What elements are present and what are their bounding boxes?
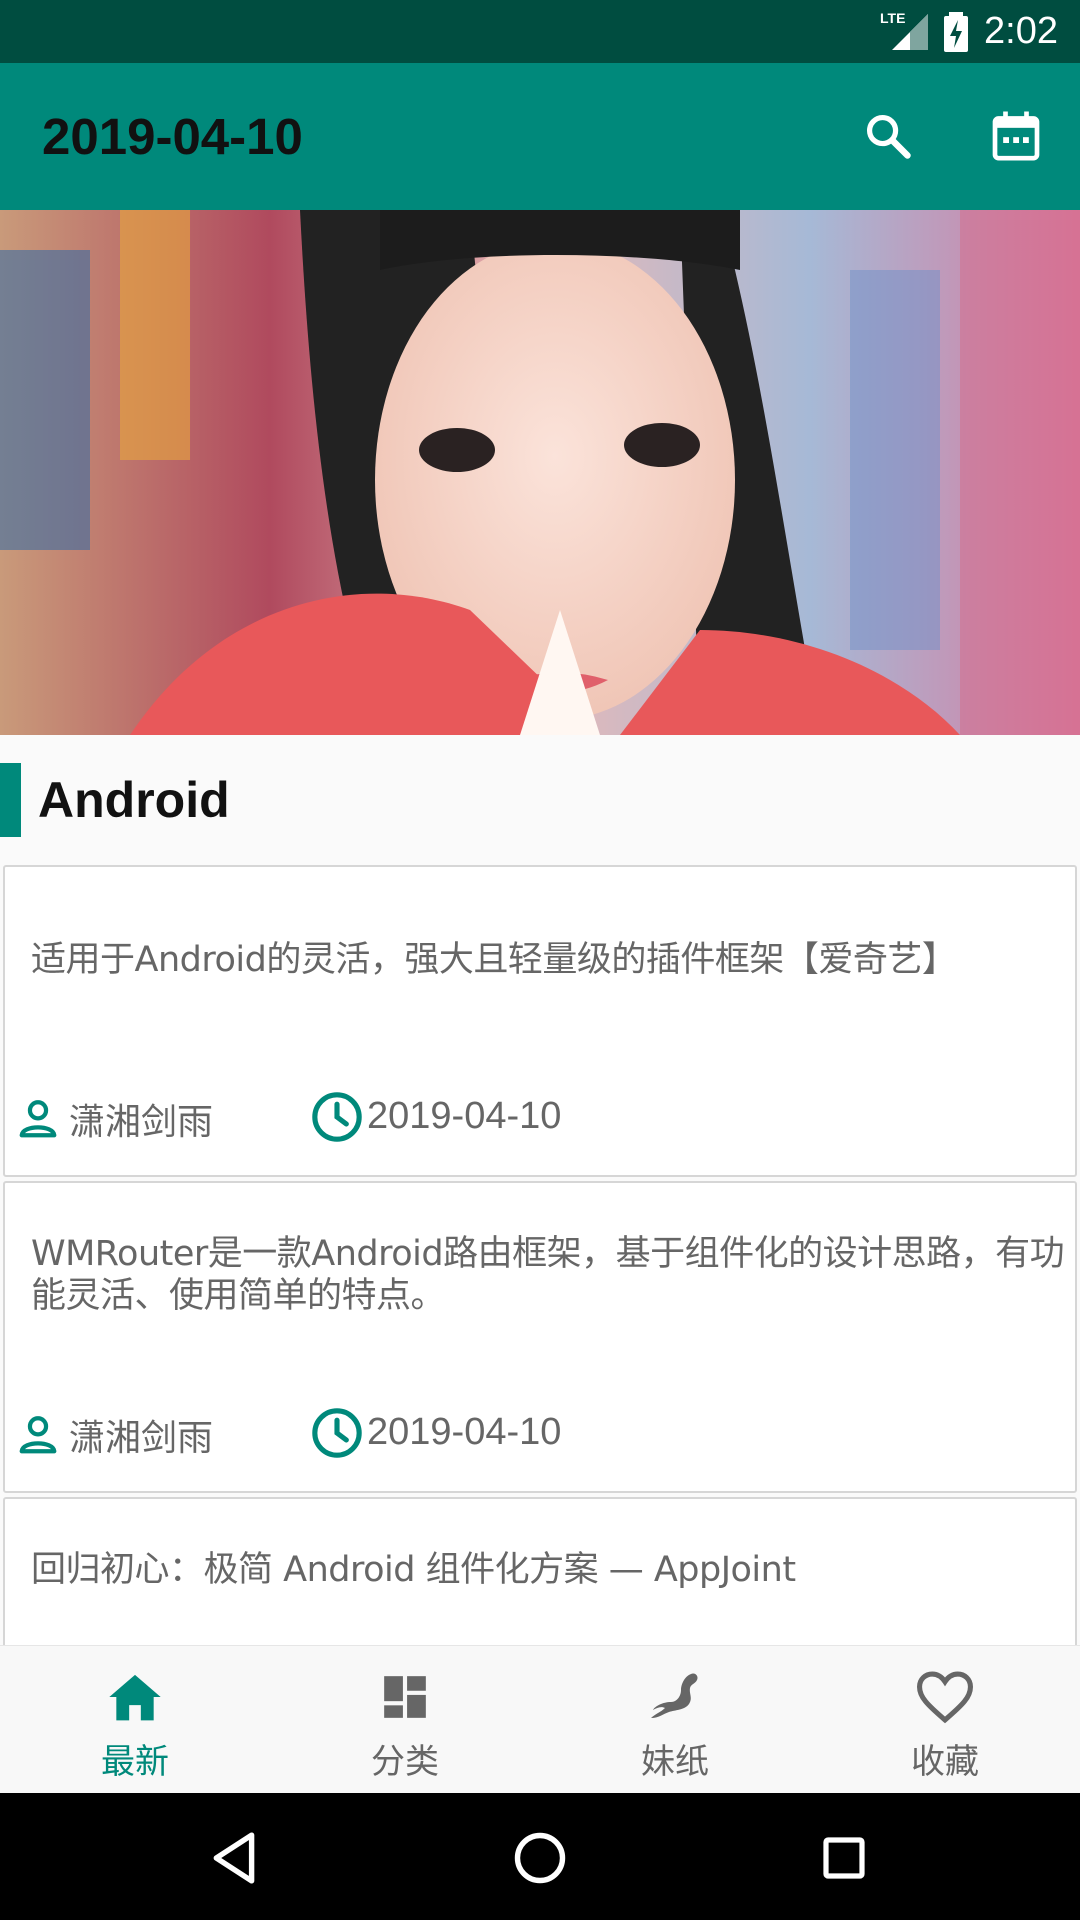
signal-icon: LTE [880, 10, 929, 52]
article-description: WMRouter是一款Android路由框架，基于组件化的设计思路，有功能灵活、… [31, 1234, 1065, 1316]
page-title: 2019-04-10 [42, 108, 303, 165]
nav-label: 收藏 [911, 1742, 979, 1782]
article-card[interactable]: 适用于Android的灵活，强大且轻量级的插件框架【爱奇艺】 潇湘剑雨 2019… [3, 865, 1077, 1177]
clock-time: 2:02 [984, 10, 1058, 52]
home-circle-icon [514, 1832, 566, 1884]
hero-image[interactable] [0, 210, 1080, 735]
network-type: LTE [880, 9, 906, 26]
section-accent-bar [0, 763, 21, 837]
article-description: 回归初心：极简 Android 组件化方案 — AppJoint [31, 1550, 796, 1590]
calendar-icon [992, 111, 1040, 161]
nav-item-latest[interactable]: 最新 [0, 1646, 270, 1794]
figure-icon [651, 1673, 698, 1718]
article-author: 潇湘剑雨 [69, 1418, 214, 1459]
article-card[interactable]: 回归初心：极简 Android 组件化方案 — AppJoint [3, 1497, 1077, 1645]
nav-item-favorites[interactable]: 收藏 [810, 1646, 1080, 1794]
article-meta: 潇湘剑雨 2019-04-10 [15, 1089, 615, 1145]
article-author: 潇湘剑雨 [69, 1102, 214, 1143]
app-bar: 2019-04-10 [0, 63, 1080, 210]
status-bar: LTE 2:02 [0, 0, 1080, 63]
heart-icon [916, 1671, 974, 1724]
section-title: Android [38, 772, 230, 828]
dashboard-icon [384, 1676, 426, 1718]
status-icons: LTE 2:02 [880, 0, 1058, 63]
nav-item-category[interactable]: 分类 [270, 1646, 540, 1794]
home-icon [109, 1674, 161, 1721]
system-navigation-bar [0, 1793, 1080, 1920]
calendar-button[interactable] [981, 101, 1051, 171]
person-icon [19, 1100, 57, 1138]
clock-icon [312, 1408, 362, 1458]
nav-label: 最新 [101, 1742, 169, 1782]
recents-icon [823, 1837, 865, 1879]
article-date: 2019-04-10 [367, 1095, 562, 1137]
article-meta: 潇湘剑雨 2019-04-10 [15, 1405, 615, 1461]
article-date: 2019-04-10 [367, 1411, 562, 1453]
article-card[interactable]: WMRouter是一款Android路由框架，基于组件化的设计思路，有功能灵活、… [3, 1181, 1077, 1493]
article-list: 适用于Android的灵活，强大且轻量级的插件框架【爱奇艺】 潇湘剑雨 2019… [0, 865, 1080, 1645]
bottom-navigation: 最新 分类 妹纸 收藏 [0, 1645, 1080, 1793]
nav-item-girls[interactable]: 妹纸 [540, 1646, 810, 1794]
home-button[interactable] [505, 1823, 575, 1893]
clock-icon [312, 1092, 362, 1142]
recents-button[interactable] [809, 1823, 879, 1893]
person-icon [19, 1416, 57, 1454]
search-button[interactable] [853, 101, 923, 171]
back-button[interactable] [200, 1823, 270, 1893]
nav-label: 妹纸 [641, 1742, 709, 1782]
back-icon [213, 1832, 255, 1884]
search-icon [866, 114, 911, 159]
nav-label: 分类 [371, 1742, 439, 1782]
battery-charging-icon [944, 11, 969, 52]
section-header: Android [0, 735, 1080, 865]
article-description: 适用于Android的灵活，强大且轻量级的插件框架【爱奇艺】 [31, 940, 957, 980]
